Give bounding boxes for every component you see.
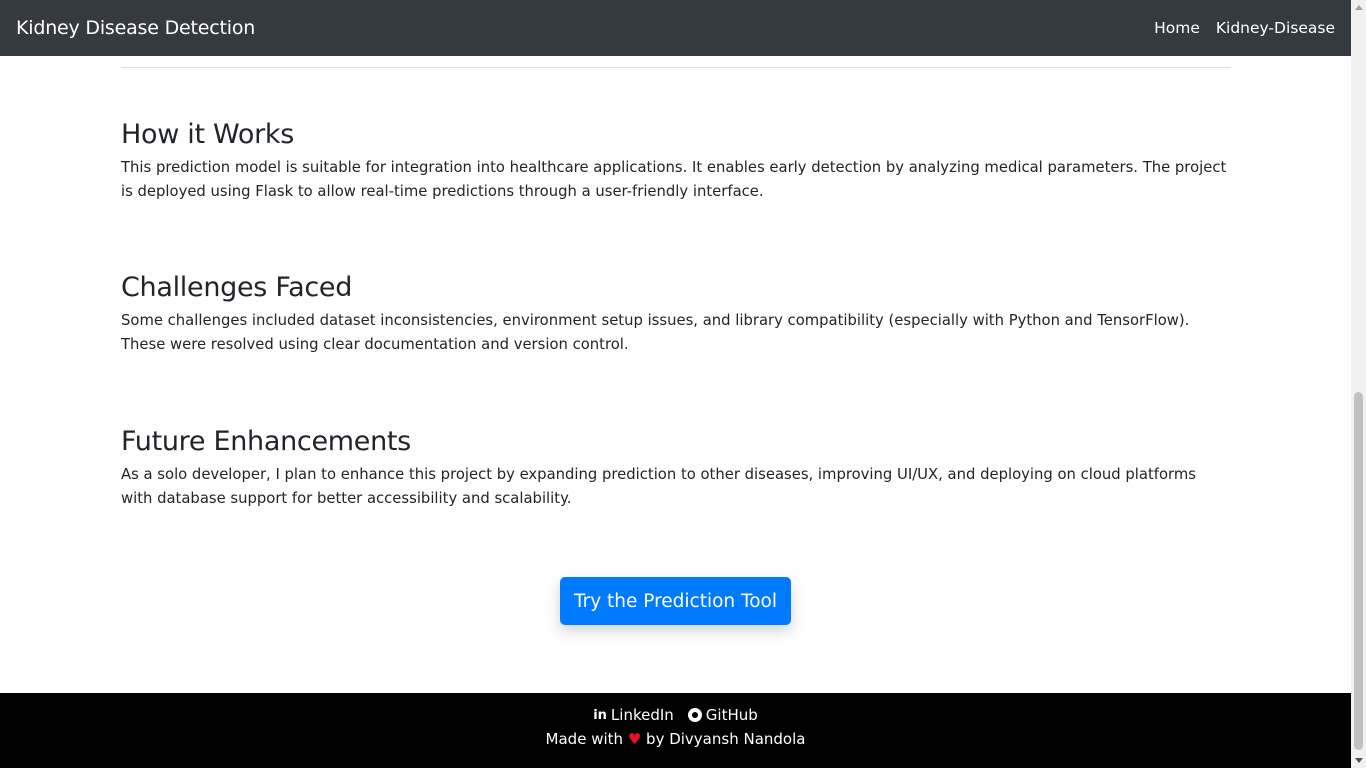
section-body: As a solo developer, I plan to enhance t… (121, 466, 1196, 507)
nav-link-kidney-disease[interactable]: Kidney-Disease (1216, 19, 1335, 37)
navbar: Kidney Disease Detection Home Kidney-Dis… (0, 0, 1351, 56)
section-heading: Future Enhancements (121, 426, 411, 457)
footer-links: in LinkedIn GitHub (0, 706, 1351, 724)
page: Kidney Disease Detection Home Kidney-Dis… (0, 0, 1366, 768)
footer-credit: Made with ♥ by Divyansh Nandola (0, 730, 1351, 748)
section-challenges-faced: Challenges Faced Some challenges include… (121, 272, 1231, 357)
section-body: This prediction model is suitable for in… (121, 159, 1227, 200)
section-how-it-works: How it Works This prediction model is su… (121, 119, 1231, 204)
nav-link-home[interactable]: Home (1154, 19, 1200, 37)
scroll-up-arrow-icon[interactable] (1351, 0, 1366, 15)
footer: in LinkedIn GitHub Made with ♥ by Divyan… (0, 693, 1351, 768)
credit-prefix: Made with (545, 730, 624, 748)
section-body: Some challenges included dataset inconsi… (121, 312, 1190, 353)
section-divider (121, 67, 1231, 68)
vertical-scrollbar[interactable] (1351, 0, 1366, 768)
try-prediction-tool-button[interactable]: Try the Prediction Tool (560, 577, 791, 625)
brand-title[interactable]: Kidney Disease Detection (16, 17, 255, 39)
scroll-thumb[interactable] (1354, 392, 1363, 750)
credit-suffix: by Divyansh Nandola (646, 730, 806, 748)
section-future-enhancements: Future Enhancements As a solo developer,… (121, 426, 1231, 511)
github-icon (687, 708, 702, 722)
nav-links: Home Kidney-Disease (1154, 19, 1335, 37)
linkedin-label: LinkedIn (610, 706, 674, 724)
heart-icon: ♥ (627, 730, 642, 748)
github-label: GitHub (705, 706, 758, 724)
github-link[interactable]: GitHub (687, 706, 758, 724)
section-heading: How it Works (121, 119, 294, 150)
linkedin-link[interactable]: in LinkedIn (593, 706, 674, 724)
scroll-down-arrow-icon[interactable] (1351, 753, 1366, 768)
linkedin-icon: in (593, 707, 607, 723)
section-heading: Challenges Faced (121, 272, 353, 303)
